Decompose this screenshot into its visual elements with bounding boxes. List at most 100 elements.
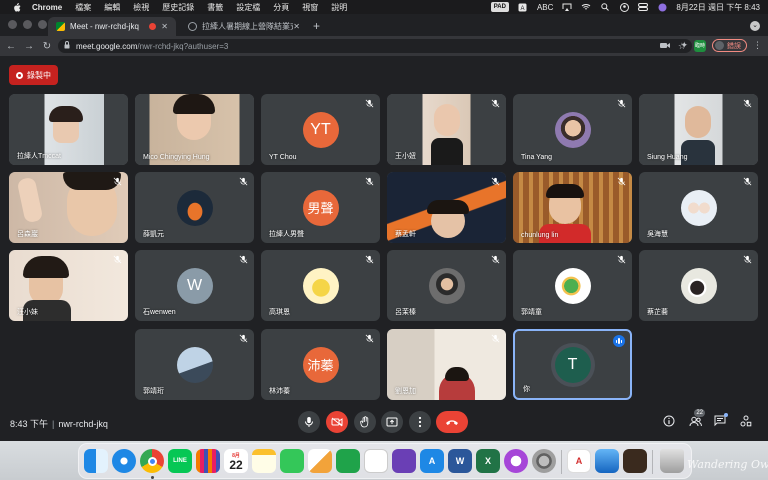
participant-tile[interactable]: 蔡孟軒: [387, 172, 506, 243]
music-icon[interactable]: [504, 449, 528, 473]
close-tab-icon[interactable]: ✕: [161, 22, 168, 31]
input-source-label[interactable]: ABC: [537, 3, 553, 12]
participant-tile[interactable]: chunlung lin: [513, 172, 632, 243]
keynote-icon[interactable]: [364, 449, 388, 473]
participant-name: Mico Chingying Hung: [143, 154, 210, 161]
participant-tile[interactable]: 薛凱元: [135, 172, 254, 243]
self-tile[interactable]: T 你: [513, 329, 632, 400]
garageband-icon[interactable]: [623, 449, 647, 473]
menu-help[interactable]: 說明: [331, 2, 347, 13]
participant-tile[interactable]: 呂茉榛: [387, 250, 506, 321]
app-store-icon[interactable]: A: [420, 449, 444, 473]
zoom-window-button[interactable]: [38, 20, 47, 29]
search-icon[interactable]: [600, 3, 610, 11]
participant-tile[interactable]: 吳海慧: [639, 172, 758, 243]
minimize-window-button[interactable]: [23, 20, 32, 29]
menu-tab[interactable]: 分頁: [273, 2, 289, 13]
participant-tile[interactable]: 男聲 拉縴人男聲: [261, 172, 380, 243]
leave-call-button[interactable]: [436, 411, 468, 433]
profile-error-button[interactable]: 錯誤: [712, 39, 747, 52]
more-menu-icon[interactable]: ⋮: [753, 40, 762, 51]
participant-name: YT Chou: [269, 154, 297, 161]
safari-icon[interactable]: [112, 449, 136, 473]
recording-indicator[interactable]: 錄製中: [9, 65, 58, 85]
avatar: [715, 41, 724, 50]
imovie-icon[interactable]: [392, 449, 416, 473]
apple-logo-icon[interactable]: [12, 2, 22, 12]
participant-tile[interactable]: 高琪恩: [261, 250, 380, 321]
participant-tile[interactable]: 拉縴人Tmccat: [9, 94, 128, 165]
menu-file[interactable]: 檔案: [75, 2, 91, 13]
chat-button[interactable]: [713, 413, 728, 428]
participant-tile[interactable]: Mico Chingying Hung: [135, 94, 254, 165]
preview-icon[interactable]: [595, 449, 619, 473]
extension-badge[interactable]: 臨時: [694, 39, 706, 52]
menu-bookmarks[interactable]: 書籤: [207, 2, 223, 13]
keyboard-a-icon[interactable]: A: [518, 3, 528, 12]
close-tab-icon[interactable]: ✕: [293, 22, 300, 31]
control-center-icon[interactable]: [638, 3, 649, 11]
people-button[interactable]: 22: [688, 409, 705, 428]
system-preferences-icon[interactable]: [532, 449, 556, 473]
chrome-icon[interactable]: [140, 449, 164, 473]
word-icon[interactable]: W: [448, 449, 472, 473]
back-arrow-icon[interactable]: ←: [4, 39, 18, 53]
participant-tile[interactable]: 劉恩加: [387, 329, 506, 400]
menu-edit[interactable]: 編輯: [104, 2, 120, 13]
tab-pdf[interactable]: 拉縴人暑期線上營隊結業式.pdf ✕: [180, 17, 308, 36]
acrobat-icon[interactable]: A: [567, 449, 591, 473]
activities-button[interactable]: [739, 414, 753, 428]
trash-icon[interactable]: [660, 449, 684, 473]
menubar-clock[interactable]: 8月22日 週日 下午 8:43: [676, 2, 760, 13]
participant-tile[interactable]: 郭靖珩: [135, 329, 254, 400]
running-indicator: [151, 476, 154, 479]
line-icon[interactable]: LINE: [168, 449, 192, 473]
participant-tile[interactable]: 沛蓁 林沛蓁: [261, 329, 380, 400]
forward-arrow-icon[interactable]: →: [22, 39, 36, 53]
notes-icon[interactable]: [252, 449, 276, 473]
finder-icon[interactable]: [84, 449, 108, 473]
more-options-button[interactable]: [409, 411, 431, 433]
pad-badge[interactable]: PAD: [490, 2, 509, 12]
participant-tile[interactable]: YT YT Chou: [261, 94, 380, 165]
menu-history[interactable]: 歷史記錄: [162, 2, 194, 13]
excel-icon[interactable]: X: [476, 449, 500, 473]
microphone-button[interactable]: [298, 411, 320, 433]
menu-app-chrome[interactable]: Chrome: [32, 3, 62, 12]
speaking-indicator-icon: [613, 335, 625, 347]
extensions-puzzle-icon[interactable]: ✦: [680, 40, 688, 51]
profile-photo: [176, 346, 213, 383]
address-bar[interactable]: meet.google.com/nwr-rchd-jkq?authuser=3 …: [58, 39, 692, 53]
lock-icon[interactable]: [64, 41, 70, 51]
participant-tile[interactable]: Tina Yang: [513, 94, 632, 165]
participant-tile[interactable]: 蔡芷蕎: [639, 250, 758, 321]
participant-tile[interactable]: 汪小妹: [9, 250, 128, 321]
raise-hand-button[interactable]: [354, 411, 376, 433]
close-window-button[interactable]: [8, 20, 17, 29]
wifi-icon[interactable]: [581, 3, 591, 11]
user-switch-icon[interactable]: [619, 2, 629, 12]
participant-tile[interactable]: 郭靖童: [513, 250, 632, 321]
tab-meet[interactable]: Meet - nwr-rchd-jkq ✕: [48, 17, 176, 36]
numbers-icon[interactable]: [336, 449, 360, 473]
facetime-icon[interactable]: [280, 449, 304, 473]
reload-icon[interactable]: ↻: [40, 39, 54, 53]
new-tab-icon[interactable]: +: [313, 19, 320, 33]
meeting-details-button[interactable]: [662, 414, 676, 428]
tab-search-icon[interactable]: ⌄: [750, 21, 760, 31]
participant-tile[interactable]: W 石wenwen: [135, 250, 254, 321]
menu-view[interactable]: 檢視: [133, 2, 149, 13]
menu-profiles[interactable]: 設定檔: [236, 2, 260, 13]
participant-tile[interactable]: 王小妞: [387, 94, 506, 165]
menu-window[interactable]: 視窗: [302, 2, 318, 13]
calendar-icon[interactable]: 8月 22: [224, 449, 248, 473]
airplay-icon[interactable]: [562, 3, 572, 11]
camera-off-button[interactable]: [326, 411, 348, 433]
participant-tile[interactable]: Siung Huang: [639, 94, 758, 165]
siri-icon[interactable]: [657, 3, 667, 11]
present-screen-button[interactable]: [381, 411, 403, 433]
participant-tile[interactable]: 呂森巖: [9, 172, 128, 243]
launchpad-icon[interactable]: [196, 449, 220, 473]
pages-icon[interactable]: [308, 449, 332, 473]
camera-in-use-icon[interactable]: [659, 42, 670, 51]
